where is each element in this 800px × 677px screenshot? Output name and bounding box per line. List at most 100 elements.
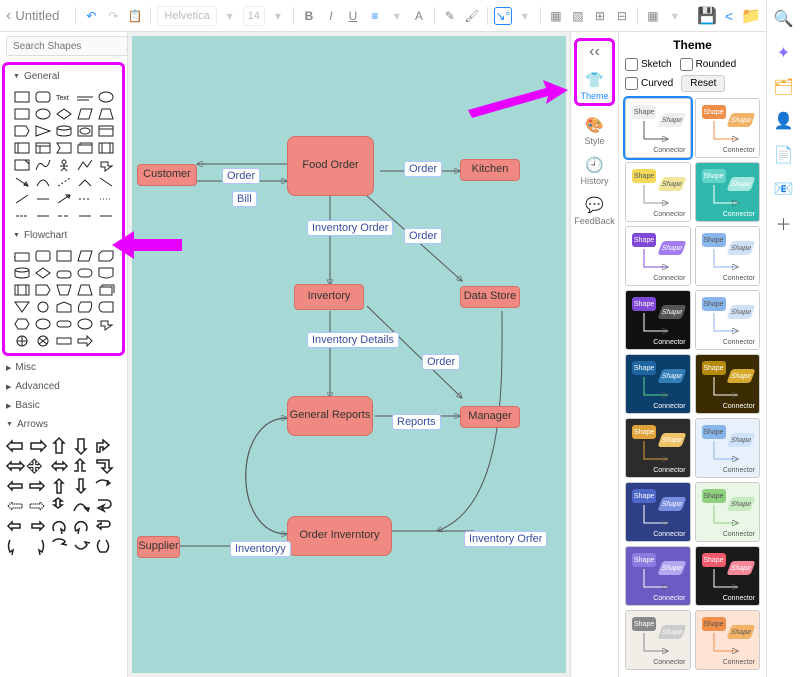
arrow-shape-item[interactable] (27, 517, 47, 535)
connector-icon[interactable]: ↘° (494, 7, 512, 25)
edge-label-inv-order[interactable]: Inventory Order (307, 220, 393, 236)
shape-item[interactable] (76, 300, 94, 314)
history-tab[interactable]: 🕘History (580, 156, 608, 186)
arrow-shape-item[interactable] (93, 437, 113, 455)
edge-label-inv-details[interactable]: Inventory Details (307, 332, 399, 348)
edge-label-order3[interactable]: Order (404, 228, 442, 244)
outlook-icon[interactable]: 📧 (775, 180, 793, 198)
theme-card[interactable]: ShapeShapeConnector (625, 162, 691, 222)
font-color-icon[interactable]: A (410, 7, 428, 25)
node-kitchen[interactable]: Kitchen (460, 159, 520, 181)
theme-card[interactable]: ShapeShapeConnector (695, 226, 761, 286)
shape-item[interactable] (13, 209, 31, 223)
arrow-shape-item[interactable] (49, 497, 69, 515)
shape-item[interactable] (97, 283, 115, 297)
assistant-icon[interactable]: ✦ (775, 44, 793, 62)
shape-item[interactable] (55, 175, 73, 189)
shape-item[interactable]: Text (55, 90, 73, 104)
arrow-shape-item[interactable] (27, 537, 47, 555)
section-advanced[interactable]: Advanced (0, 377, 127, 396)
shape-item[interactable] (55, 334, 73, 348)
node-inventory[interactable]: Invertory (294, 284, 364, 310)
collapse-panel-icon[interactable]: ‹‹ (589, 43, 600, 61)
redo-icon[interactable]: ↷ (104, 7, 122, 25)
theme-card[interactable]: ShapeShapeConnector (625, 546, 691, 606)
theme-card[interactable]: ShapeShapeConnector (695, 98, 761, 158)
align-icon[interactable]: ≡ (366, 7, 384, 25)
arrow-shape-item[interactable] (71, 517, 91, 535)
theme-card[interactable]: ShapeShapeConnector (625, 482, 691, 542)
shape-item[interactable] (34, 317, 52, 331)
arrow-shape-item[interactable] (5, 477, 25, 495)
arrow-shape-item[interactable] (93, 457, 113, 475)
section-misc[interactable]: Misc (0, 358, 127, 377)
shape-item[interactable] (76, 107, 94, 121)
arrow-shape-item[interactable] (49, 537, 69, 555)
shape-item[interactable] (55, 124, 73, 138)
pencil-icon[interactable]: ✎ (441, 7, 459, 25)
shape-item[interactable] (55, 192, 73, 206)
arrow-shape-item[interactable] (5, 517, 25, 535)
shape-item[interactable] (13, 175, 31, 189)
undo-icon[interactable]: ↶ (82, 7, 100, 25)
shape-item[interactable] (34, 266, 52, 280)
theme-card[interactable]: ShapeShapeConnector (625, 418, 691, 478)
shape-item[interactable] (55, 300, 73, 314)
shape-item[interactable] (34, 334, 52, 348)
shape-item[interactable] (13, 141, 31, 155)
shape-item[interactable] (97, 192, 115, 206)
shape-item[interactable] (76, 90, 94, 104)
search-shapes-input[interactable] (6, 36, 128, 56)
edge-label-order2[interactable]: Order (404, 161, 442, 177)
shape-item[interactable] (76, 317, 94, 331)
edge-label-order1[interactable]: Order (222, 168, 260, 184)
shape-item[interactable] (55, 249, 73, 263)
arrow-shape-item[interactable] (93, 497, 113, 515)
shape-item[interactable] (34, 141, 52, 155)
shape-item[interactable] (97, 175, 115, 189)
theme-card[interactable]: ShapeShapeConnector (625, 290, 691, 350)
shape-item[interactable] (55, 209, 73, 223)
arrow-shape-item[interactable] (93, 517, 113, 535)
diagram-canvas[interactable]: Food Order Customer Kitchen Invertory Da… (132, 36, 566, 673)
arrow-shape-item[interactable] (49, 437, 69, 455)
shape-item[interactable] (34, 192, 52, 206)
shape-item[interactable] (97, 158, 115, 172)
shape-item[interactable] (13, 158, 31, 172)
reset-button[interactable]: Reset (681, 75, 725, 92)
bold-icon[interactable]: B (300, 7, 318, 25)
shape-item[interactable] (13, 300, 31, 314)
theme-card[interactable]: ShapeShapeConnector (695, 482, 761, 542)
arrow-shape-item[interactable] (49, 457, 69, 475)
node-food-order[interactable]: Food Order (287, 136, 374, 196)
theme-card[interactable]: ShapeShapeConnector (625, 610, 691, 670)
shape-item[interactable] (13, 317, 31, 331)
shape-item[interactable] (97, 209, 115, 223)
paste-icon[interactable]: 📋 (126, 7, 144, 25)
theme-card[interactable]: ShapeShapeConnector (695, 610, 761, 670)
folder-icon[interactable]: 📁 (742, 7, 760, 25)
shape-item[interactable] (55, 107, 73, 121)
arrow-shape-item[interactable] (71, 437, 91, 455)
shape-item[interactable] (13, 283, 31, 297)
theme-card[interactable]: ShapeShapeConnector (695, 290, 761, 350)
underline-icon[interactable]: U (344, 7, 362, 25)
shape-item[interactable] (97, 141, 115, 155)
theme-card[interactable]: ShapeShapeConnector (695, 418, 761, 478)
shape-item[interactable] (55, 283, 73, 297)
shape-item[interactable] (34, 283, 52, 297)
arrow-shape-item[interactable] (71, 457, 91, 475)
theme-card[interactable]: ShapeShapeConnector (695, 546, 761, 606)
arrow-shape-item[interactable] (5, 537, 25, 555)
shape-item[interactable] (13, 124, 31, 138)
section-arrows[interactable]: Arrows (0, 415, 127, 434)
shape-item[interactable] (76, 141, 94, 155)
sketch-checkbox[interactable]: Sketch (625, 58, 672, 71)
shape-item[interactable] (34, 175, 52, 189)
edge-label-order4[interactable]: Order (422, 354, 460, 370)
shape-item[interactable] (55, 317, 73, 331)
shape-item[interactable] (76, 266, 94, 280)
node-manager[interactable]: Manager (460, 406, 520, 428)
node-supplier[interactable]: Supplier (137, 536, 180, 558)
shape-item[interactable] (97, 266, 115, 280)
